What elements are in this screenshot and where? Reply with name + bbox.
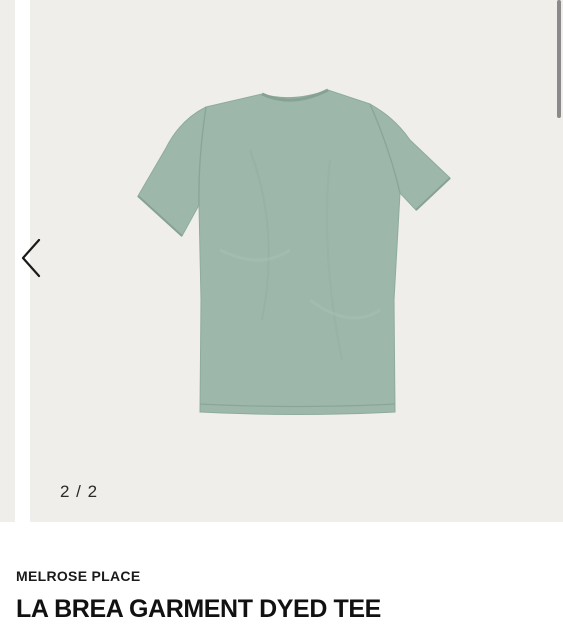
previous-slide-preview[interactable]: [0, 0, 15, 522]
scrollbar[interactable]: [553, 0, 563, 522]
product-title: LA BREA GARMENT DYED TEE: [16, 595, 381, 623]
chevron-left-icon: [21, 238, 41, 278]
previous-image-button[interactable]: [16, 236, 48, 280]
image-counter: 2 / 2: [60, 482, 99, 501]
product-image: [137, 88, 451, 419]
scrollbar-thumb[interactable]: [557, 0, 561, 118]
product-page: 2 / 2 MELROSE PLACE LA BREA GARMENT DYED…: [0, 0, 563, 633]
product-info: MELROSE PLACE LA BREA GARMENT DYED TEE: [16, 566, 553, 624]
product-image-gallery[interactable]: [30, 0, 563, 522]
product-collection: MELROSE PLACE: [16, 568, 141, 584]
